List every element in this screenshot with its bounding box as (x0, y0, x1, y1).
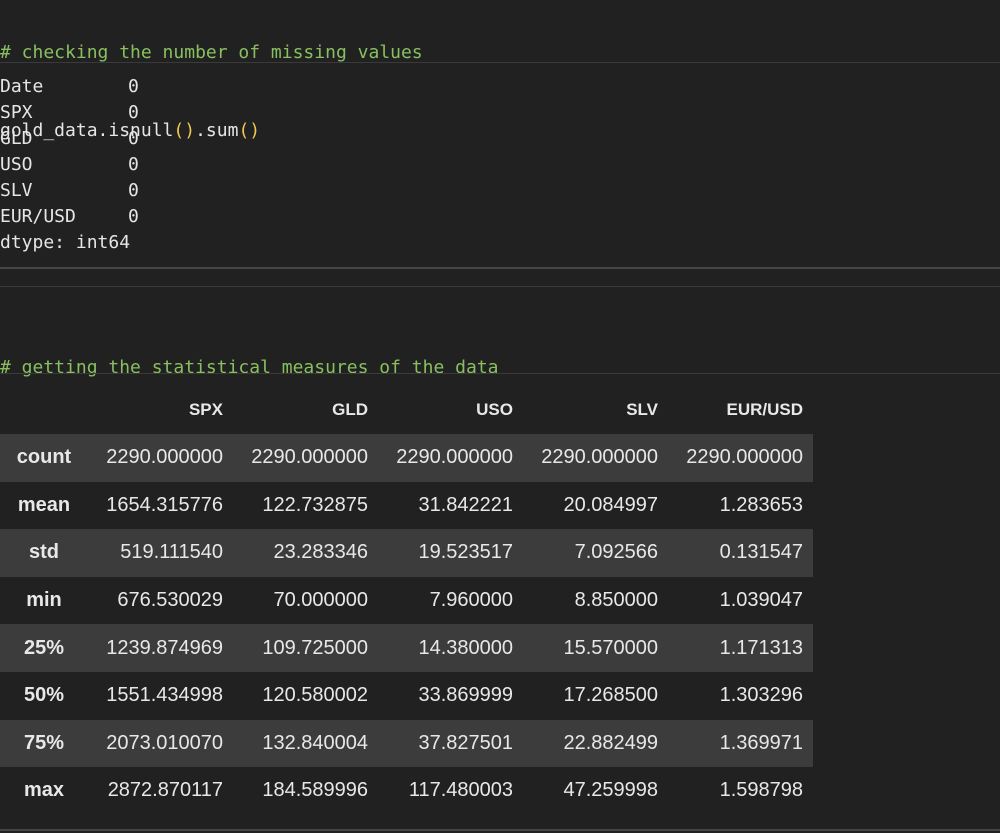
series-value: 0 (128, 128, 139, 149)
table-cell: 122.732875 (262, 493, 368, 516)
table-cell: 1.303296 (719, 684, 803, 707)
table-cell: 1.369971 (719, 731, 803, 754)
table-cell: 33.869999 (418, 684, 513, 707)
table-cell: 20.084997 (563, 493, 658, 516)
notebook-page: # checking the number of missing values … (0, 0, 1000, 833)
series-row: USO 0 (0, 152, 1000, 178)
column-header: SPX (188, 400, 223, 419)
cell-divider (0, 267, 1000, 269)
table-cell: 519.111540 (120, 541, 223, 564)
table-row: std 519.111540 23.283346 19.523517 7.092566 0… (0, 529, 813, 577)
table-cell: 0.131547 (719, 541, 803, 564)
series-value: 0 (128, 102, 139, 123)
table-cell: 1.283653 (719, 493, 803, 516)
table-cell: 17.268500 (563, 684, 658, 707)
series-key: SPX (0, 102, 33, 123)
cell-divider (0, 373, 1000, 374)
index-header (0, 386, 88, 434)
table-cell: 31.842221 (418, 493, 513, 516)
table-cell: 2290.000000 (251, 446, 368, 469)
table-row: 50% 1551.434998 120.580002 33.869999 17.2685… (0, 671, 813, 720)
table-cell: 117.480003 (408, 779, 513, 802)
table-cell: 120.580002 (262, 684, 368, 707)
table-cell: 132.840004 (262, 731, 368, 754)
row-label: max (23, 779, 65, 802)
column-header: USO (476, 400, 513, 419)
series-key: EUR/USD (0, 206, 76, 227)
series-row: EUR/USD 0 (0, 204, 1000, 230)
row-label: count (16, 446, 72, 469)
column-header: GLD (332, 400, 368, 419)
series-key: GLD (0, 128, 33, 149)
table-cell: 1.598798 (719, 779, 803, 802)
row-label: mean (17, 493, 71, 516)
series-dtype: dtype: int64 (0, 232, 131, 253)
table-cell: 7.092566 (574, 541, 658, 564)
series-row: GLD 0 (0, 126, 1000, 152)
table-cell: 2290.000000 (541, 446, 658, 469)
cell-divider (0, 829, 1000, 831)
table-row: min 676.530029 70.000000 7.960000 8.850000 1.… (0, 576, 813, 625)
series-row: SLV 0 (0, 178, 1000, 204)
cell-divider (0, 286, 1000, 287)
series-value: 0 (128, 76, 139, 97)
table-row: max 2872.870117 184.589996 117.480003 47.259… (0, 767, 813, 815)
table-cell: 1.039047 (719, 589, 803, 612)
table-cell: 2290.000000 (106, 446, 223, 469)
cell-divider (0, 62, 1000, 63)
table-cell: 2290.000000 (686, 446, 803, 469)
row-label: 25% (23, 636, 65, 659)
series-key: USO (0, 154, 33, 175)
row-label: min (26, 589, 62, 612)
table-cell: 70.000000 (273, 589, 368, 612)
table-cell: 1239.874969 (106, 636, 223, 659)
row-label: 75% (23, 731, 65, 754)
table-row: mean 1654.315776 122.732875 31.842221 20.084… (0, 481, 813, 530)
table-cell: 184.589996 (262, 779, 368, 802)
series-key: Date (0, 76, 44, 97)
table-cell: 1.171313 (719, 636, 803, 659)
table-cell: 2073.010070 (106, 731, 223, 754)
table-cell: 37.827501 (418, 731, 513, 754)
table-cell: 2872.870117 (107, 779, 223, 802)
table-cell: 676.530029 (117, 589, 223, 612)
table-cell: 1654.315776 (106, 493, 223, 516)
missing-values-output: Date 0 SPX 0 GLD 0 USO 0 SLV 0 EUR/USD 0 dtype: int6… (0, 74, 1000, 256)
table-row: count 2290.000000 2290.000000 2290.000000 22… (0, 434, 813, 482)
series-value: 0 (128, 206, 139, 227)
code-comment: # getting the statistical measures of th… (0, 357, 499, 378)
table-row: 75% 2073.010070 132.840004 37.827501 22.8824… (0, 719, 813, 768)
series-row: Date 0 (0, 74, 1000, 100)
table-cell: 109.725000 (262, 636, 368, 659)
column-header: SLV (626, 400, 658, 419)
series-row: SPX 0 (0, 100, 1000, 126)
table-cell: 7.960000 (429, 589, 513, 612)
table-cell: 8.850000 (574, 589, 658, 612)
table-cell: 14.380000 (418, 636, 513, 659)
describe-output: SPX GLD USO SLV EUR/USD count 2290.000000 2290… (0, 386, 813, 815)
table-cell: 19.523517 (418, 541, 513, 564)
table-cell: 1551.434998 (106, 684, 223, 707)
series-value: 0 (128, 180, 139, 201)
table-cell: 47.259998 (563, 779, 658, 802)
table-cell: 15.570000 (563, 636, 658, 659)
table-cell: 22.882499 (563, 731, 658, 754)
series-value: 0 (128, 154, 139, 175)
row-label: std (29, 541, 59, 564)
row-label: 50% (23, 684, 65, 707)
column-header: EUR/USD (726, 400, 803, 419)
table-cell: 23.283346 (273, 541, 368, 564)
series-key: SLV (0, 180, 33, 201)
table-header-row: SPX GLD USO SLV EUR/USD (0, 386, 813, 434)
table-row: 25% 1239.874969 109.725000 14.380000 15.5700… (0, 624, 813, 672)
table-cell: 2290.000000 (396, 446, 513, 469)
describe-table: SPX GLD USO SLV EUR/USD count 2290.000000 2290… (0, 386, 813, 815)
